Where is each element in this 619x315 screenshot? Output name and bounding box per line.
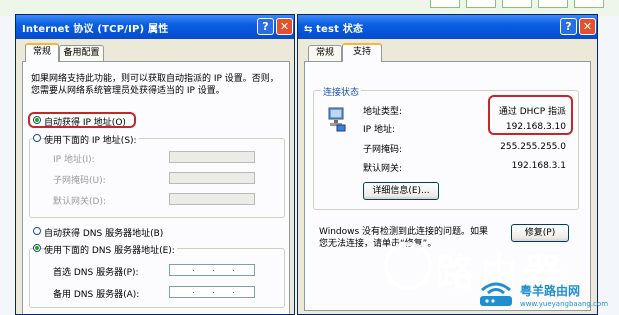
tab-general[interactable]: 常规 — [25, 43, 59, 62]
background-tab-buttons — [430, 0, 604, 8]
help-button[interactable]: ? — [257, 18, 274, 35]
auto-ip-label[interactable]: 自动获得 IP 地址(O) — [44, 115, 126, 128]
address-type-value: 通过 DHCP 指派 — [498, 107, 566, 117]
watermark-site-url: www.yueyangbaang.com — [520, 300, 609, 308]
default-gateway-label: 默认网关(D): — [53, 197, 106, 207]
details-button[interactable]: 详细信息(E)... — [363, 182, 439, 200]
close-button[interactable]: ✕ — [579, 18, 596, 35]
ip-address-field[interactable] — [169, 151, 255, 163]
auto-dns-radio[interactable] — [33, 227, 41, 235]
ip-address-label: IP 地址: — [363, 125, 395, 135]
tab-alternate-config[interactable]: 备用配置 — [59, 45, 104, 61]
watermark-site-name: 粤羊路由网 — [520, 284, 581, 298]
network-adapter-icon — [326, 106, 348, 132]
subnet-mask-value: 255.255.255.0 — [500, 142, 566, 152]
default-gateway-value: 192.168.3.1 — [511, 161, 566, 171]
tab-general[interactable]: 常规 — [308, 45, 342, 61]
connection-icon: ⇆ — [304, 24, 313, 35]
preferred-dns-label: 首选 DNS 服务器(P): — [53, 268, 139, 278]
manual-ip-label[interactable]: 使用下面的 IP 地址(S): — [44, 133, 139, 146]
manual-ip-radio[interactable] — [33, 134, 41, 142]
default-gateway-field[interactable] — [169, 193, 255, 205]
manual-dns-radio[interactable] — [33, 244, 41, 252]
auto-ip-radio[interactable] — [33, 116, 41, 124]
default-gateway-label: 默认网关: — [363, 164, 403, 174]
subnet-mask-label: 子网掩码(U): — [53, 176, 106, 186]
watermark-router-icon — [474, 276, 518, 308]
ip-address-value: 192.168.3.10 — [505, 122, 566, 132]
window-title: ⇆ test 状态 — [304, 24, 364, 35]
description-line-2: 您需要从网络系统管理员处获得适当的 IP 设置。 — [31, 86, 225, 96]
tab-support[interactable]: 支持 — [342, 43, 382, 62]
subnet-mask-field[interactable] — [169, 172, 255, 184]
address-type-label: 地址类型: — [363, 107, 403, 117]
title-bar[interactable]: Internet 协议 (TCP/IP) 属性 ? ✕ — [16, 15, 294, 39]
ip-address-label: IP 地址(I): — [53, 155, 95, 165]
close-button[interactable]: ✕ — [276, 18, 293, 35]
preferred-dns-field[interactable]: ... — [169, 264, 255, 276]
title-bar[interactable]: ⇆ test 状态 ? ✕ — [298, 15, 597, 39]
site-watermark: 路由器 粤羊路由网 www.yueyangbaang.com — [378, 238, 619, 315]
subnet-mask-label: 子网掩码: — [363, 145, 403, 155]
manual-dns-label[interactable]: 使用下面的 DNS 服务器地址(E): — [44, 243, 177, 256]
group-title: 连接状态 — [321, 85, 362, 98]
window-title: Internet 协议 (TCP/IP) 属性 — [22, 24, 169, 35]
alternate-dns-label: 备用 DNS 服务器(A): — [53, 290, 140, 300]
help-button[interactable]: ? — [560, 18, 577, 35]
alternate-dns-field[interactable]: ... — [169, 286, 255, 298]
watermark-logo-icon — [384, 242, 432, 290]
tcpip-properties-dialog: Internet 协议 (TCP/IP) 属性 ? ✕ 常规 备用配置 如果网络… — [15, 14, 295, 315]
auto-dns-label[interactable]: 自动获得 DNS 服务器地址(B) — [44, 226, 163, 239]
general-panel: 如果网络支持此功能，则可以获取自动指派的 IP 设置。否则， 您需要从网络系统管… — [22, 61, 290, 314]
